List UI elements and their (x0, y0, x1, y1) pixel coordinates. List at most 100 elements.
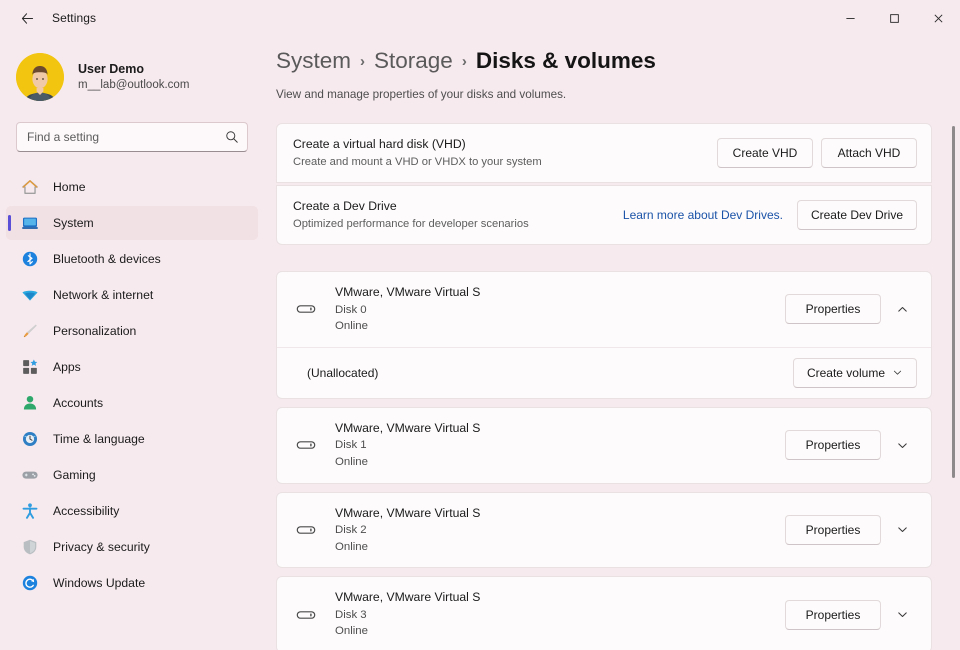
user-avatar-icon (16, 53, 64, 101)
dev-drive-subtitle: Optimized performance for developer scen… (293, 217, 623, 232)
disk-properties-button[interactable]: Properties (785, 430, 881, 460)
dev-drive-row: Create a Dev Drive Optimized performance… (277, 186, 931, 244)
sidebar-item-windows-update[interactable]: Windows Update (6, 566, 258, 600)
search-box[interactable] (16, 122, 248, 152)
sidebar-item-label: Privacy & security (53, 540, 150, 554)
scrollbar-thumb[interactable] (952, 126, 955, 478)
shield-icon (20, 537, 40, 557)
sidebar-item-label: Personalization (53, 324, 136, 338)
disk-name: VMware, VMware Virtual S (335, 284, 785, 302)
disk-name: VMware, VMware Virtual S (335, 505, 785, 523)
create-dev-drive-button[interactable]: Create Dev Drive (797, 200, 917, 230)
close-button[interactable] (916, 0, 960, 36)
disk-state: Online (335, 318, 785, 335)
vhd-title: Create a virtual hard disk (VHD) (293, 136, 717, 152)
sidebar-item-label: Time & language (53, 432, 145, 446)
sidebar-item-network-internet[interactable]: Network & internet (6, 278, 258, 312)
vhd-actions: Create VHD Attach VHD (717, 138, 917, 168)
action-cards: Create a virtual hard disk (VHD) Create … (276, 123, 932, 245)
disk-name: VMware, VMware Virtual S (335, 589, 785, 607)
volume-label: (Unallocated) (307, 366, 793, 380)
sidebar-item-home[interactable]: Home (6, 170, 258, 204)
content-pane: System › Storage › Disks & volumes View … (264, 36, 960, 650)
disk-id: Disk 0 (335, 302, 785, 319)
sidebar-item-label: Gaming (53, 468, 96, 482)
breadcrumb-item-storage[interactable]: Storage (374, 48, 453, 74)
sidebar-item-label: Accounts (53, 396, 103, 410)
sidebar-item-apps[interactable]: Apps (6, 350, 258, 384)
disk-card: VMware, VMware Virtual S Disk 0 Online P… (276, 271, 932, 399)
disk-properties-button[interactable]: Properties (785, 515, 881, 545)
sidebar-item-label: Accessibility (53, 504, 119, 518)
sidebar-item-privacy-security[interactable]: Privacy & security (6, 530, 258, 564)
sidebar-item-time-language[interactable]: Time & language (6, 422, 258, 456)
accessibility-icon (20, 501, 40, 521)
close-icon (933, 13, 944, 24)
disk-card: VMware, VMware Virtual S Disk 2 Online P… (276, 492, 932, 569)
disk-properties-button[interactable]: Properties (785, 600, 881, 630)
update-icon (20, 573, 40, 593)
create-vhd-button[interactable]: Create VHD (717, 138, 813, 168)
disk-id: Disk 3 (335, 607, 785, 624)
maximize-button[interactable] (872, 0, 916, 36)
disk-text: VMware, VMware Virtual S Disk 3 Online (335, 589, 785, 640)
search-input[interactable] (27, 130, 225, 144)
page-subtitle: View and manage properties of your disks… (276, 88, 932, 101)
disk-row[interactable]: VMware, VMware Virtual S Disk 2 Online P… (277, 493, 931, 568)
disk-card: VMware, VMware Virtual S Disk 3 Online P… (276, 576, 932, 650)
sidebar-item-label: Home (53, 180, 86, 194)
window-controls (828, 0, 960, 36)
sidebar-item-label: Network & internet (53, 288, 153, 302)
disk-state: Online (335, 539, 785, 556)
back-button[interactable] (8, 3, 46, 33)
system-icon (20, 213, 40, 233)
network-icon (20, 285, 40, 305)
minimize-button[interactable] (828, 0, 872, 36)
create-volume-button[interactable]: Create volume (793, 358, 917, 388)
sidebar-item-personalization[interactable]: Personalization (6, 314, 258, 348)
content-inner: System › Storage › Disks & volumes View … (264, 36, 960, 650)
sidebar-item-label: Windows Update (53, 576, 145, 590)
clock-icon (20, 429, 40, 449)
disk-expand-toggle[interactable] (887, 515, 917, 545)
chevron-down-icon (896, 608, 909, 621)
breadcrumb: System › Storage › Disks & volumes (276, 48, 932, 74)
disk-expand-toggle[interactable] (887, 294, 917, 324)
breadcrumb-separator: › (462, 53, 467, 70)
sidebar-item-system[interactable]: System (6, 206, 258, 240)
sidebar-item-accounts[interactable]: Accounts (6, 386, 258, 420)
disk-state: Online (335, 623, 785, 640)
sidebar-item-label: Apps (53, 360, 81, 374)
disk-properties-button[interactable]: Properties (785, 294, 881, 324)
sidebar-item-accessibility[interactable]: Accessibility (6, 494, 258, 528)
disk-row[interactable]: VMware, VMware Virtual S Disk 1 Online P… (277, 408, 931, 483)
back-arrow-icon (20, 11, 35, 26)
chevron-up-icon (896, 303, 909, 316)
account-tile[interactable]: User Demo m__lab@outlook.com (0, 36, 264, 108)
chevron-down-icon (892, 367, 903, 378)
disk-expand-toggle[interactable] (887, 430, 917, 460)
chevron-down-icon (896, 439, 909, 452)
bluetooth-icon (20, 249, 40, 269)
dev-drive-text: Create a Dev Drive Optimized performance… (293, 198, 623, 232)
account-email: m__lab@outlook.com (78, 78, 189, 93)
home-icon (20, 177, 40, 197)
disk-row[interactable]: VMware, VMware Virtual S Disk 0 Online P… (277, 272, 931, 347)
paintbrush-icon (20, 321, 40, 341)
vhd-row: Create a virtual hard disk (VHD) Create … (277, 124, 931, 182)
disk-list: VMware, VMware Virtual S Disk 0 Online P… (276, 271, 932, 650)
learn-more-dev-drives-link[interactable]: Learn more about Dev Drives. (623, 208, 783, 222)
attach-vhd-button[interactable]: Attach VHD (821, 138, 917, 168)
gamepad-icon (20, 465, 40, 485)
disk-name: VMware, VMware Virtual S (335, 420, 785, 438)
disk-icon (293, 602, 319, 628)
search-icon (225, 130, 239, 144)
sidebar-item-gaming[interactable]: Gaming (6, 458, 258, 492)
title-bar: Settings (0, 0, 960, 36)
sidebar-item-bluetooth-devices[interactable]: Bluetooth & devices (6, 242, 258, 276)
content-scrollbar[interactable] (951, 48, 957, 640)
maximize-icon (889, 13, 900, 24)
disk-expand-toggle[interactable] (887, 600, 917, 630)
breadcrumb-item-system[interactable]: System (276, 48, 351, 74)
disk-row[interactable]: VMware, VMware Virtual S Disk 3 Online P… (277, 577, 931, 650)
